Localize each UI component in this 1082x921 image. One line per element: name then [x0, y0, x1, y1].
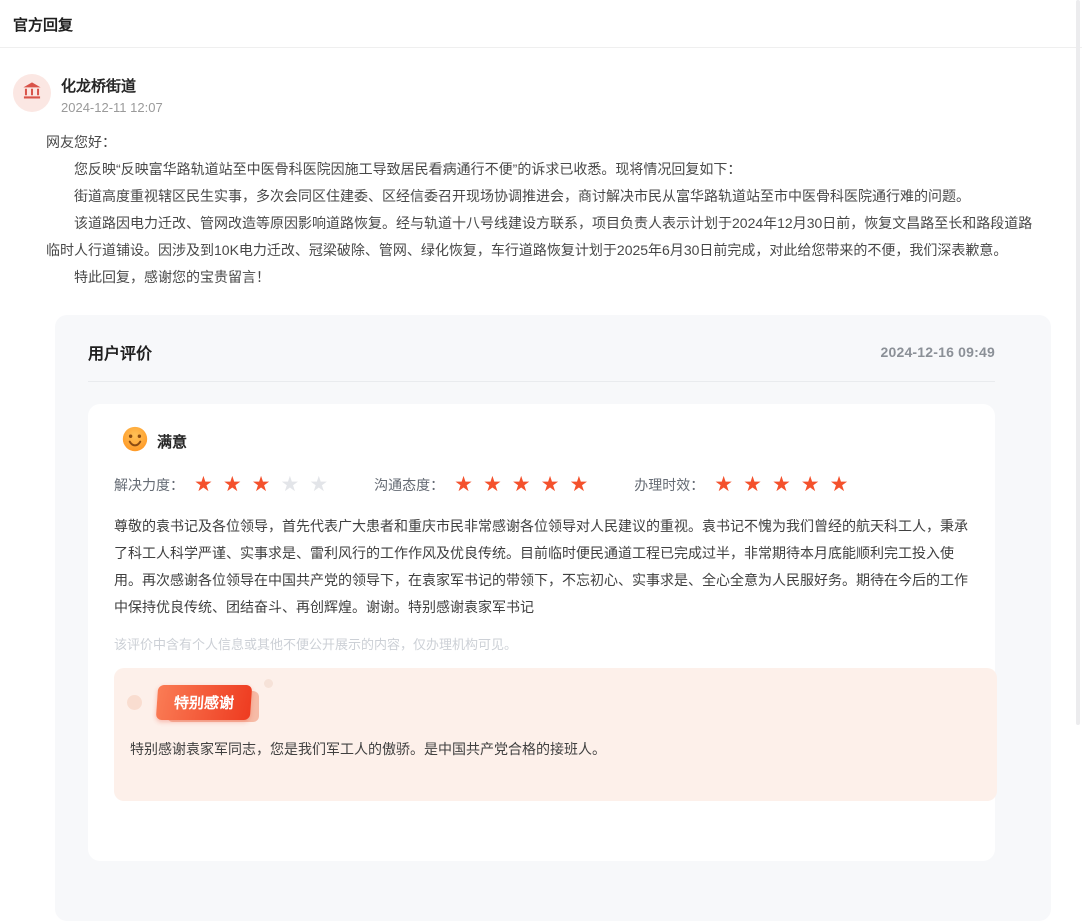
evaluation-divider — [88, 381, 995, 382]
star-icon: ★ — [512, 474, 531, 495]
reply-author: 化龙桥街道 — [61, 75, 163, 96]
star-icon: ★ — [252, 474, 271, 495]
bank-icon — [21, 80, 43, 107]
avatar — [13, 74, 51, 112]
rating-group: 解决力度： ★ ★ ★ ★ ★ — [114, 474, 328, 495]
star-icon: ★ — [830, 474, 849, 495]
verdict-row: 满意 — [122, 426, 969, 457]
top-divider — [0, 47, 1082, 48]
special-thanks-panel: 特别感谢 特别感谢袁家军同志，您是我们军工人的傲骄。是中国共产党合格的接班人。 — [114, 668, 997, 801]
rating-group: 沟通态度： ★ ★ ★ ★ ★ — [374, 474, 588, 495]
special-thanks-badge: 特别感谢 — [156, 685, 252, 720]
evaluation-header: 用户评价 2024-12-16 09:49 — [88, 340, 995, 364]
reply-paragraph: 特此回复，感谢您的宝贵留言！ — [46, 264, 1040, 291]
special-thanks-badge-wrap: 特别感谢 — [157, 685, 251, 720]
verdict-label: 满意 — [157, 431, 187, 452]
scrollbar[interactable] — [1076, 0, 1080, 725]
rating-label: 办理时效： — [634, 475, 704, 495]
rating-label: 解决力度： — [114, 475, 184, 495]
reply-meta: 化龙桥街道 2024-12-11 12:07 — [61, 74, 163, 115]
star-icon: ★ — [743, 474, 762, 495]
privacy-note: 该评价中含有个人信息或其他不便公开展示的内容，仅办理机构可见。 — [114, 634, 969, 653]
star-icon: ★ — [223, 474, 242, 495]
decorative-dot-icon — [127, 695, 142, 710]
reply-paragraphs: 您反映“反映富华路轨道站至中医骨科医院因施工导致居民看病通行不便”的诉求已收悉。… — [46, 156, 1040, 291]
star-icon: ★ — [569, 474, 588, 495]
evaluation-timestamp: 2024-12-16 09:49 — [880, 344, 995, 360]
star-icon: ★ — [483, 474, 502, 495]
reply-header: 化龙桥街道 2024-12-11 12:07 — [13, 74, 1082, 115]
reply-paragraph: 街道高度重视辖区民生实事，多次会同区住建委、区经信委召开现场协调推进会，商讨解决… — [46, 183, 1040, 210]
star-icon: ★ — [194, 474, 213, 495]
reply-timestamp: 2024-12-11 12:07 — [61, 100, 163, 115]
star-icon: ★ — [541, 474, 560, 495]
reply-paragraph: 您反映“反映富华路轨道站至中医骨科医院因施工导致居民看病通行不便”的诉求已收悉。… — [46, 156, 1040, 183]
rating-label: 沟通态度： — [374, 475, 444, 495]
decorative-dot-icon — [264, 679, 273, 688]
reply-paragraph: 该道路因电力迁改、管网改造等原因影响道路恢复。经与轨道十八号线建设方联系，项目负… — [46, 210, 1040, 264]
star-icon: ★ — [772, 474, 791, 495]
rating-group: 办理时效： ★ ★ ★ ★ ★ — [634, 474, 848, 495]
special-thanks-text: 特别感谢袁家军同志，您是我们军工人的傲骄。是中国共产党合格的接班人。 — [130, 737, 977, 761]
rating-groups: 解决力度： ★ ★ ★ ★ ★ 沟通态度： ★ ★ ★ ★ ★ 办理时效： ★ ★ ★ ★ ★ — [114, 474, 969, 495]
official-reply-section: 化龙桥街道 2024-12-11 12:07 网友您好： 您反映“反映富华路轨道… — [0, 74, 1082, 291]
reply-greeting: 网友您好： — [46, 129, 1040, 156]
evaluation-title: 用户评价 — [88, 340, 152, 364]
evaluation-comment: 尊敬的袁书记及各位领导，首先代表广大患者和重庆市民非常感谢各位领导对人民建议的重… — [114, 513, 969, 621]
evaluation-body-card: 满意 解决力度： ★ ★ ★ ★ ★ 沟通态度： ★ ★ ★ ★ ★ 办理时效： ★ ★ ★ ★ ★ 尊敬的袁书记… — [88, 404, 995, 861]
star-icon: ★ — [801, 474, 820, 495]
star-icon: ★ — [454, 474, 473, 495]
reply-body: 网友您好： 您反映“反映富华路轨道站至中医骨科医院因施工导致居民看病通行不便”的… — [46, 129, 1040, 291]
page-title: 官方回复 — [0, 0, 1082, 47]
smiley-face-icon — [122, 426, 148, 457]
star-icon: ★ — [309, 474, 328, 495]
user-evaluation-card: 用户评价 2024-12-16 09:49 — [55, 315, 1051, 921]
star-icon: ★ — [280, 474, 299, 495]
star-icon: ★ — [714, 474, 733, 495]
